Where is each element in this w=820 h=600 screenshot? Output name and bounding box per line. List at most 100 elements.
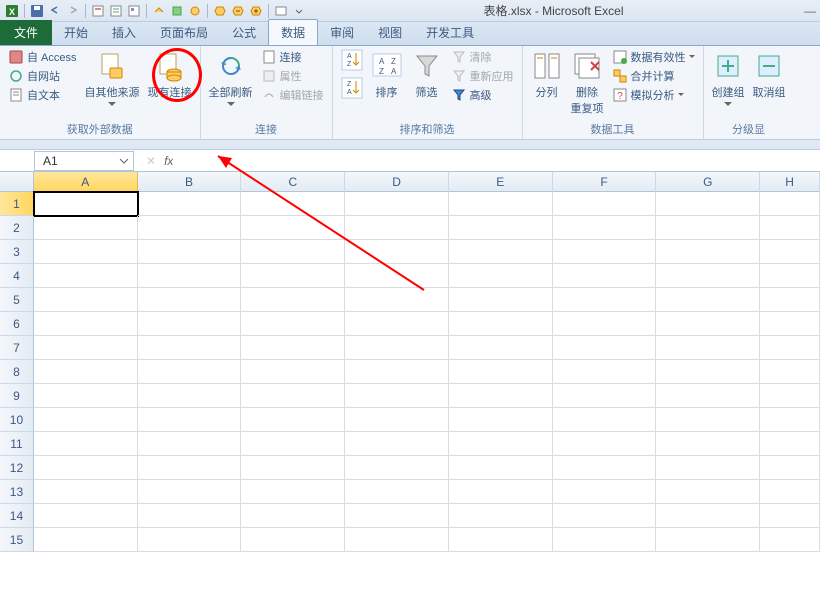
cell[interactable] — [34, 216, 138, 240]
cell[interactable] — [553, 384, 657, 408]
row-header[interactable]: 13 — [0, 480, 34, 504]
cell[interactable] — [345, 432, 449, 456]
cell[interactable] — [138, 264, 242, 288]
sort-button[interactable]: AZZA 排序 — [369, 48, 405, 102]
cell[interactable] — [34, 408, 138, 432]
cell[interactable] — [345, 288, 449, 312]
cell[interactable] — [449, 408, 553, 432]
from-text-button[interactable]: 自文本 — [6, 86, 79, 104]
cell[interactable] — [34, 432, 138, 456]
cell[interactable] — [656, 456, 760, 480]
col-header[interactable]: A — [34, 172, 138, 192]
cell[interactable] — [138, 528, 242, 552]
group-button[interactable]: 创建组 — [710, 48, 747, 108]
qat-btn-8[interactable] — [230, 3, 246, 19]
cell[interactable] — [449, 504, 553, 528]
cell[interactable] — [449, 216, 553, 240]
cell[interactable] — [760, 360, 820, 384]
cell[interactable] — [138, 288, 242, 312]
tab-review[interactable]: 审阅 — [318, 20, 366, 45]
row-header[interactable]: 14 — [0, 504, 34, 528]
col-header[interactable]: D — [345, 172, 449, 192]
cell[interactable] — [656, 240, 760, 264]
select-all-corner[interactable] — [0, 172, 34, 192]
remove-duplicates-button[interactable]: 删除 重复项 — [569, 48, 606, 118]
cell[interactable] — [138, 240, 242, 264]
cell[interactable] — [34, 240, 138, 264]
cell[interactable] — [760, 192, 820, 216]
cell[interactable] — [345, 240, 449, 264]
cell[interactable] — [760, 528, 820, 552]
redo-icon[interactable] — [65, 3, 81, 19]
row-header[interactable]: 3 — [0, 240, 34, 264]
qat-btn-1[interactable] — [90, 3, 106, 19]
qat-btn-7[interactable] — [212, 3, 228, 19]
cell[interactable] — [138, 192, 242, 216]
cell[interactable] — [760, 216, 820, 240]
what-if-button[interactable]: ?模拟分析 — [610, 86, 697, 104]
cell[interactable] — [760, 264, 820, 288]
cell[interactable] — [553, 456, 657, 480]
cell[interactable] — [656, 216, 760, 240]
cell[interactable] — [345, 408, 449, 432]
cell[interactable] — [138, 336, 242, 360]
cell[interactable] — [345, 312, 449, 336]
row-header[interactable]: 6 — [0, 312, 34, 336]
cell[interactable] — [449, 240, 553, 264]
cell[interactable] — [345, 192, 449, 216]
cell[interactable] — [553, 264, 657, 288]
cell[interactable] — [760, 480, 820, 504]
tab-view[interactable]: 视图 — [366, 20, 414, 45]
cell[interactable] — [34, 264, 138, 288]
cell[interactable] — [553, 288, 657, 312]
cell[interactable] — [656, 384, 760, 408]
cell[interactable] — [241, 336, 345, 360]
cell[interactable] — [449, 456, 553, 480]
existing-connections-button[interactable]: 现有连接 — [146, 48, 194, 102]
cell[interactable] — [345, 216, 449, 240]
cell[interactable] — [656, 360, 760, 384]
cell[interactable] — [138, 456, 242, 480]
row-header[interactable]: 8 — [0, 360, 34, 384]
cell[interactable] — [345, 264, 449, 288]
row-header[interactable]: 7 — [0, 336, 34, 360]
cell[interactable] — [241, 216, 345, 240]
qat-btn-9[interactable] — [248, 3, 264, 19]
cell[interactable] — [241, 264, 345, 288]
chevron-down-icon[interactable] — [117, 154, 131, 168]
cell[interactable] — [760, 312, 820, 336]
qat-btn-2[interactable] — [108, 3, 124, 19]
cell[interactable] — [345, 480, 449, 504]
cell[interactable] — [656, 264, 760, 288]
row-header[interactable]: 9 — [0, 384, 34, 408]
qat-btn-3[interactable] — [126, 3, 142, 19]
cell[interactable] — [138, 312, 242, 336]
filter-button[interactable]: 筛选 — [409, 48, 445, 102]
cell[interactable] — [553, 360, 657, 384]
cell[interactable] — [241, 288, 345, 312]
cell[interactable] — [553, 480, 657, 504]
cell[interactable] — [553, 528, 657, 552]
cell[interactable] — [449, 264, 553, 288]
cell[interactable] — [241, 384, 345, 408]
advanced-filter-button[interactable]: 高级 — [449, 86, 516, 104]
row-header[interactable]: 12 — [0, 456, 34, 480]
cell[interactable] — [656, 504, 760, 528]
cell[interactable] — [345, 336, 449, 360]
cell[interactable] — [656, 336, 760, 360]
cell[interactable] — [345, 360, 449, 384]
from-access-button[interactable]: 自 Access — [6, 48, 79, 66]
cell[interactable] — [553, 192, 657, 216]
fx-icon[interactable]: fx — [164, 154, 173, 168]
cell[interactable] — [553, 408, 657, 432]
qat-dropdown-icon[interactable] — [291, 3, 307, 19]
cell[interactable] — [241, 480, 345, 504]
consolidate-button[interactable]: 合并计算 — [610, 67, 697, 85]
cell[interactable] — [656, 528, 760, 552]
cell[interactable] — [449, 192, 553, 216]
undo-icon[interactable] — [47, 3, 63, 19]
row-header[interactable]: 10 — [0, 408, 34, 432]
tab-formulas[interactable]: 公式 — [220, 20, 268, 45]
sort-asc-button[interactable]: AZ — [339, 48, 365, 72]
sort-desc-button[interactable]: ZA — [339, 76, 365, 100]
